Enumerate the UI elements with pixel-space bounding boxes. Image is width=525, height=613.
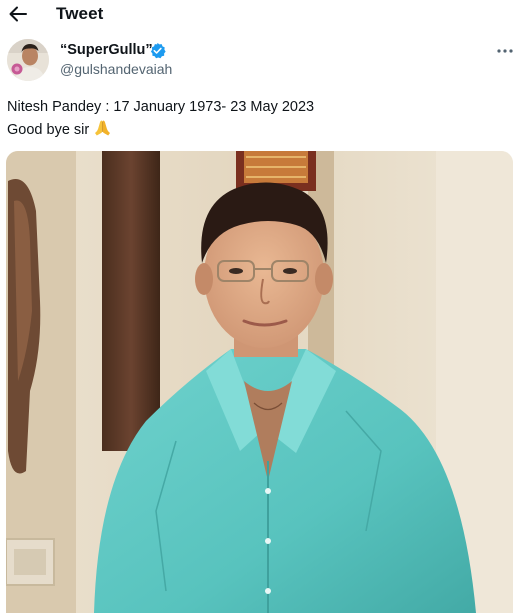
author-display-name[interactable]: “SuperGullu” [60,42,153,58]
tweet-author: “SuperGullu” @gulshandevaiah [0,36,525,88]
author-handle[interactable]: @gulshandevaiah [60,61,172,77]
folded-hands-emoji-icon [95,120,111,136]
tweet-header: Tweet [0,0,525,30]
more-options-button[interactable] [494,43,516,59]
verified-badge-icon [150,42,166,59]
avatar-image [7,39,49,81]
arrow-left-icon [9,6,27,22]
tweet-text-line-2-text: Good bye sir [7,122,90,138]
photo-image [6,151,513,613]
more-horizontal-icon [497,49,513,53]
back-button[interactable] [6,3,30,25]
tweet-text: Nitesh Pandey : 17 January 1973- 23 May … [7,96,512,142]
tweet-text-line-2: Good bye sir [7,119,512,142]
tweet-photo[interactable] [6,151,513,613]
avatar[interactable] [7,39,49,81]
tweet-text-line-1: Nitesh Pandey : 17 January 1973- 23 May … [7,99,315,115]
page-title: Tweet [56,4,104,23]
